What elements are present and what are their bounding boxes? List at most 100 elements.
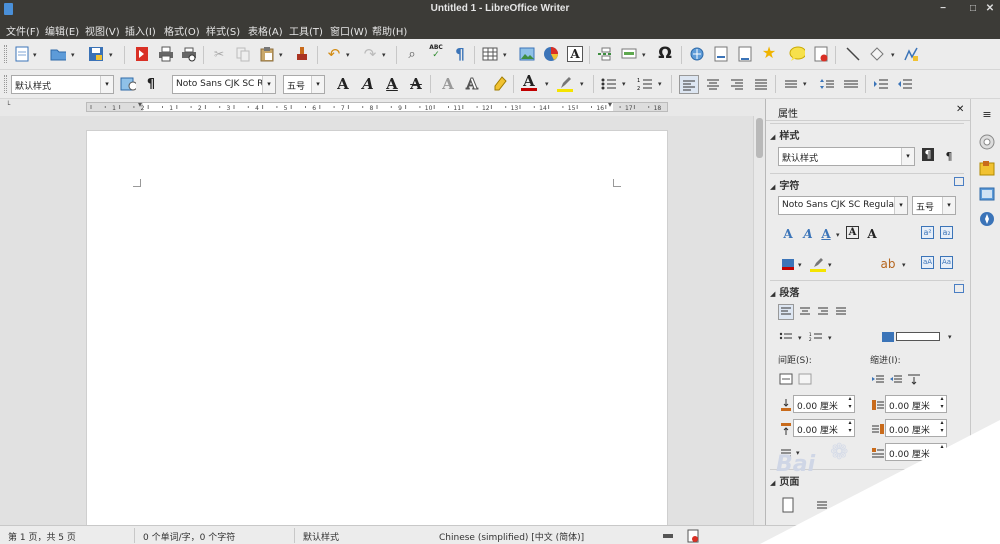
menu-view[interactable]: 视图(V) <box>85 23 120 38</box>
undo-icon[interactable]: ↶ <box>326 46 342 62</box>
special-character-icon[interactable]: Ω <box>657 45 673 61</box>
superscript-icon[interactable]: a² <box>921 226 934 239</box>
combo-arrow-icon[interactable]: ▾ <box>894 197 907 214</box>
paragraph-style-combo[interactable]: 默认样式 ▾ <box>11 75 114 94</box>
spin-up-icon[interactable]: ▴ <box>940 419 943 426</box>
menu-table[interactable]: 表格(A) <box>248 23 283 38</box>
italic-icon[interactable]: A <box>360 76 376 92</box>
sidebar-style-combo[interactable]: 默认样式 ▾ <box>778 147 915 166</box>
align-center-icon[interactable] <box>705 76 721 92</box>
toolbar-grip[interactable] <box>4 75 7 93</box>
bold-icon[interactable]: A <box>335 76 351 92</box>
font-color-dropdown-icon[interactable]: ▾ <box>545 80 549 88</box>
find-replace-icon[interactable]: ⌕ <box>404 46 420 62</box>
below-spacing-input[interactable]: 0.00 厘米 ▴ ▾ <box>793 419 855 437</box>
character-spacing-icon[interactable]: ab <box>880 256 896 272</box>
first-line-indent-icon[interactable] <box>870 445 886 461</box>
spin-up-icon[interactable]: ▴ <box>940 443 943 450</box>
character-section-header[interactable]: ◢ 字符 <box>770 173 964 192</box>
above-spacing-icon[interactable] <box>778 397 794 413</box>
track-changes-icon[interactable] <box>813 46 829 62</box>
highlight-dropdown-icon[interactable]: ▾ <box>580 80 584 88</box>
spin-up-icon[interactable]: ▴ <box>848 395 851 402</box>
sidebar-font-effect-icon[interactable]: A <box>864 226 880 242</box>
above-spacing-input[interactable]: 0.00 厘米 ▴ ▾ <box>793 395 855 413</box>
sidebar-bold-icon[interactable]: A <box>780 226 796 242</box>
basic-shapes-icon[interactable] <box>869 46 885 62</box>
decrease-indent-icon[interactable] <box>897 76 913 92</box>
menu-edit[interactable]: 编辑(E) <box>45 23 79 38</box>
gallery-deck-icon[interactable] <box>978 185 996 203</box>
paste-dropdown-icon[interactable]: ▾ <box>279 51 283 59</box>
new-dropdown-icon[interactable]: ▾ <box>33 51 37 59</box>
document-modified-icon[interactable] <box>685 528 701 544</box>
sidebar-underline-icon[interactable]: A <box>818 226 834 242</box>
paragraph-background-swatch[interactable] <box>896 332 940 341</box>
combo-arrow-icon[interactable]: ▾ <box>311 76 324 93</box>
spin-down-icon[interactable]: ▾ <box>848 427 851 434</box>
left-indent-marker-icon[interactable]: ▾ <box>138 100 142 109</box>
table-dropdown-icon[interactable]: ▾ <box>503 51 507 59</box>
insert-image-icon[interactable] <box>519 46 535 62</box>
bullet-dropdown-icon[interactable]: ▾ <box>622 80 626 88</box>
word-count-status[interactable]: 0 个单词/字，0 个字符 <box>143 530 235 543</box>
strikethrough-icon[interactable]: A <box>408 76 424 92</box>
spin-up-icon[interactable]: ▴ <box>940 395 943 402</box>
spin-down-icon[interactable]: ▾ <box>940 403 943 410</box>
page-count-status[interactable]: 第 1 页，共 5 页 <box>8 530 76 543</box>
update-style-sidebar-icon[interactable]: ¶ <box>922 148 934 161</box>
copy-icon[interactable] <box>235 46 251 62</box>
outline-font-icon[interactable]: A <box>464 76 480 92</box>
new-style-sidebar-icon[interactable]: ¶ <box>941 148 957 164</box>
menu-file[interactable]: 文件(F) <box>6 23 40 38</box>
update-style-icon[interactable] <box>120 76 136 92</box>
save-icon[interactable] <box>88 46 104 62</box>
paragraph-background-icon[interactable] <box>880 329 896 345</box>
sidebar-size-combo[interactable]: 五号 ▾ <box>912 196 956 215</box>
hanging-indent-icon[interactable] <box>906 371 922 387</box>
sidebar-font-combo[interactable]: Noto Sans CJK SC Regular ▾ <box>778 196 908 215</box>
formatting-marks-icon[interactable]: ¶ <box>452 46 468 62</box>
insert-line-icon[interactable] <box>845 46 861 62</box>
sidebar-highlight-icon[interactable] <box>810 256 826 272</box>
shrink-font-icon[interactable]: Aa <box>940 256 953 269</box>
menu-window[interactable]: 窗口(W) <box>330 23 368 38</box>
redo-dropdown-icon[interactable]: ▾ <box>382 51 386 59</box>
after-text-indent-input[interactable]: 0.00 厘米 ▴ ▾ <box>885 419 947 437</box>
align-left-icon[interactable] <box>679 75 699 94</box>
align-right-icon[interactable] <box>729 76 745 92</box>
increase-spacing-icon[interactable] <box>819 76 835 92</box>
spin-arrows-icon[interactable]: ▴▾ <box>846 395 854 411</box>
redo-icon[interactable]: ↷ <box>362 46 378 62</box>
field-dropdown-icon[interactable]: ▾ <box>642 51 646 59</box>
font-size-combo[interactable]: 五号 ▾ <box>283 75 325 94</box>
combo-arrow-icon[interactable]: ▾ <box>262 76 275 93</box>
print-icon[interactable] <box>158 46 174 62</box>
combo-arrow-icon[interactable]: ▾ <box>942 197 955 214</box>
minimize-button[interactable]: − <box>936 2 950 16</box>
decrease-spacing-icon[interactable] <box>843 76 859 92</box>
open-folder-icon[interactable] <box>50 46 66 62</box>
tab-type-icon[interactable]: └ <box>6 101 10 109</box>
more-options-icon[interactable] <box>954 284 964 293</box>
shadow-icon[interactable]: A <box>440 76 456 92</box>
properties-deck-icon[interactable] <box>978 133 996 151</box>
grow-font-icon[interactable]: aA <box>921 256 934 269</box>
background-dropdown-icon[interactable]: ▾ <box>948 333 952 341</box>
spin-arrows-icon[interactable]: ▴▾ <box>938 419 946 435</box>
cut-icon[interactable]: ✂ <box>211 46 227 62</box>
clear-formatting-icon[interactable] <box>492 76 508 92</box>
new-document-icon[interactable] <box>14 46 30 62</box>
sidebar-shadow-icon[interactable]: A <box>846 226 859 239</box>
increase-paragraph-spacing-icon[interactable] <box>778 371 794 387</box>
spin-arrows-icon[interactable]: ▴▾ <box>938 395 946 411</box>
insert-endnote-icon[interactable] <box>737 46 753 62</box>
spin-arrows-icon[interactable]: ▴▾ <box>846 419 854 435</box>
after-text-indent-icon[interactable] <box>870 421 886 437</box>
sidebar-increase-indent-icon[interactable] <box>870 371 886 387</box>
spelling-icon[interactable]: ABC ✓ <box>428 44 444 60</box>
font-name-combo[interactable]: Noto Sans CJK SC Re ▾ <box>172 75 276 94</box>
more-options-icon[interactable] <box>954 177 964 186</box>
scrollbar-thumb[interactable] <box>756 118 763 158</box>
vertical-scrollbar[interactable] <box>753 116 765 525</box>
